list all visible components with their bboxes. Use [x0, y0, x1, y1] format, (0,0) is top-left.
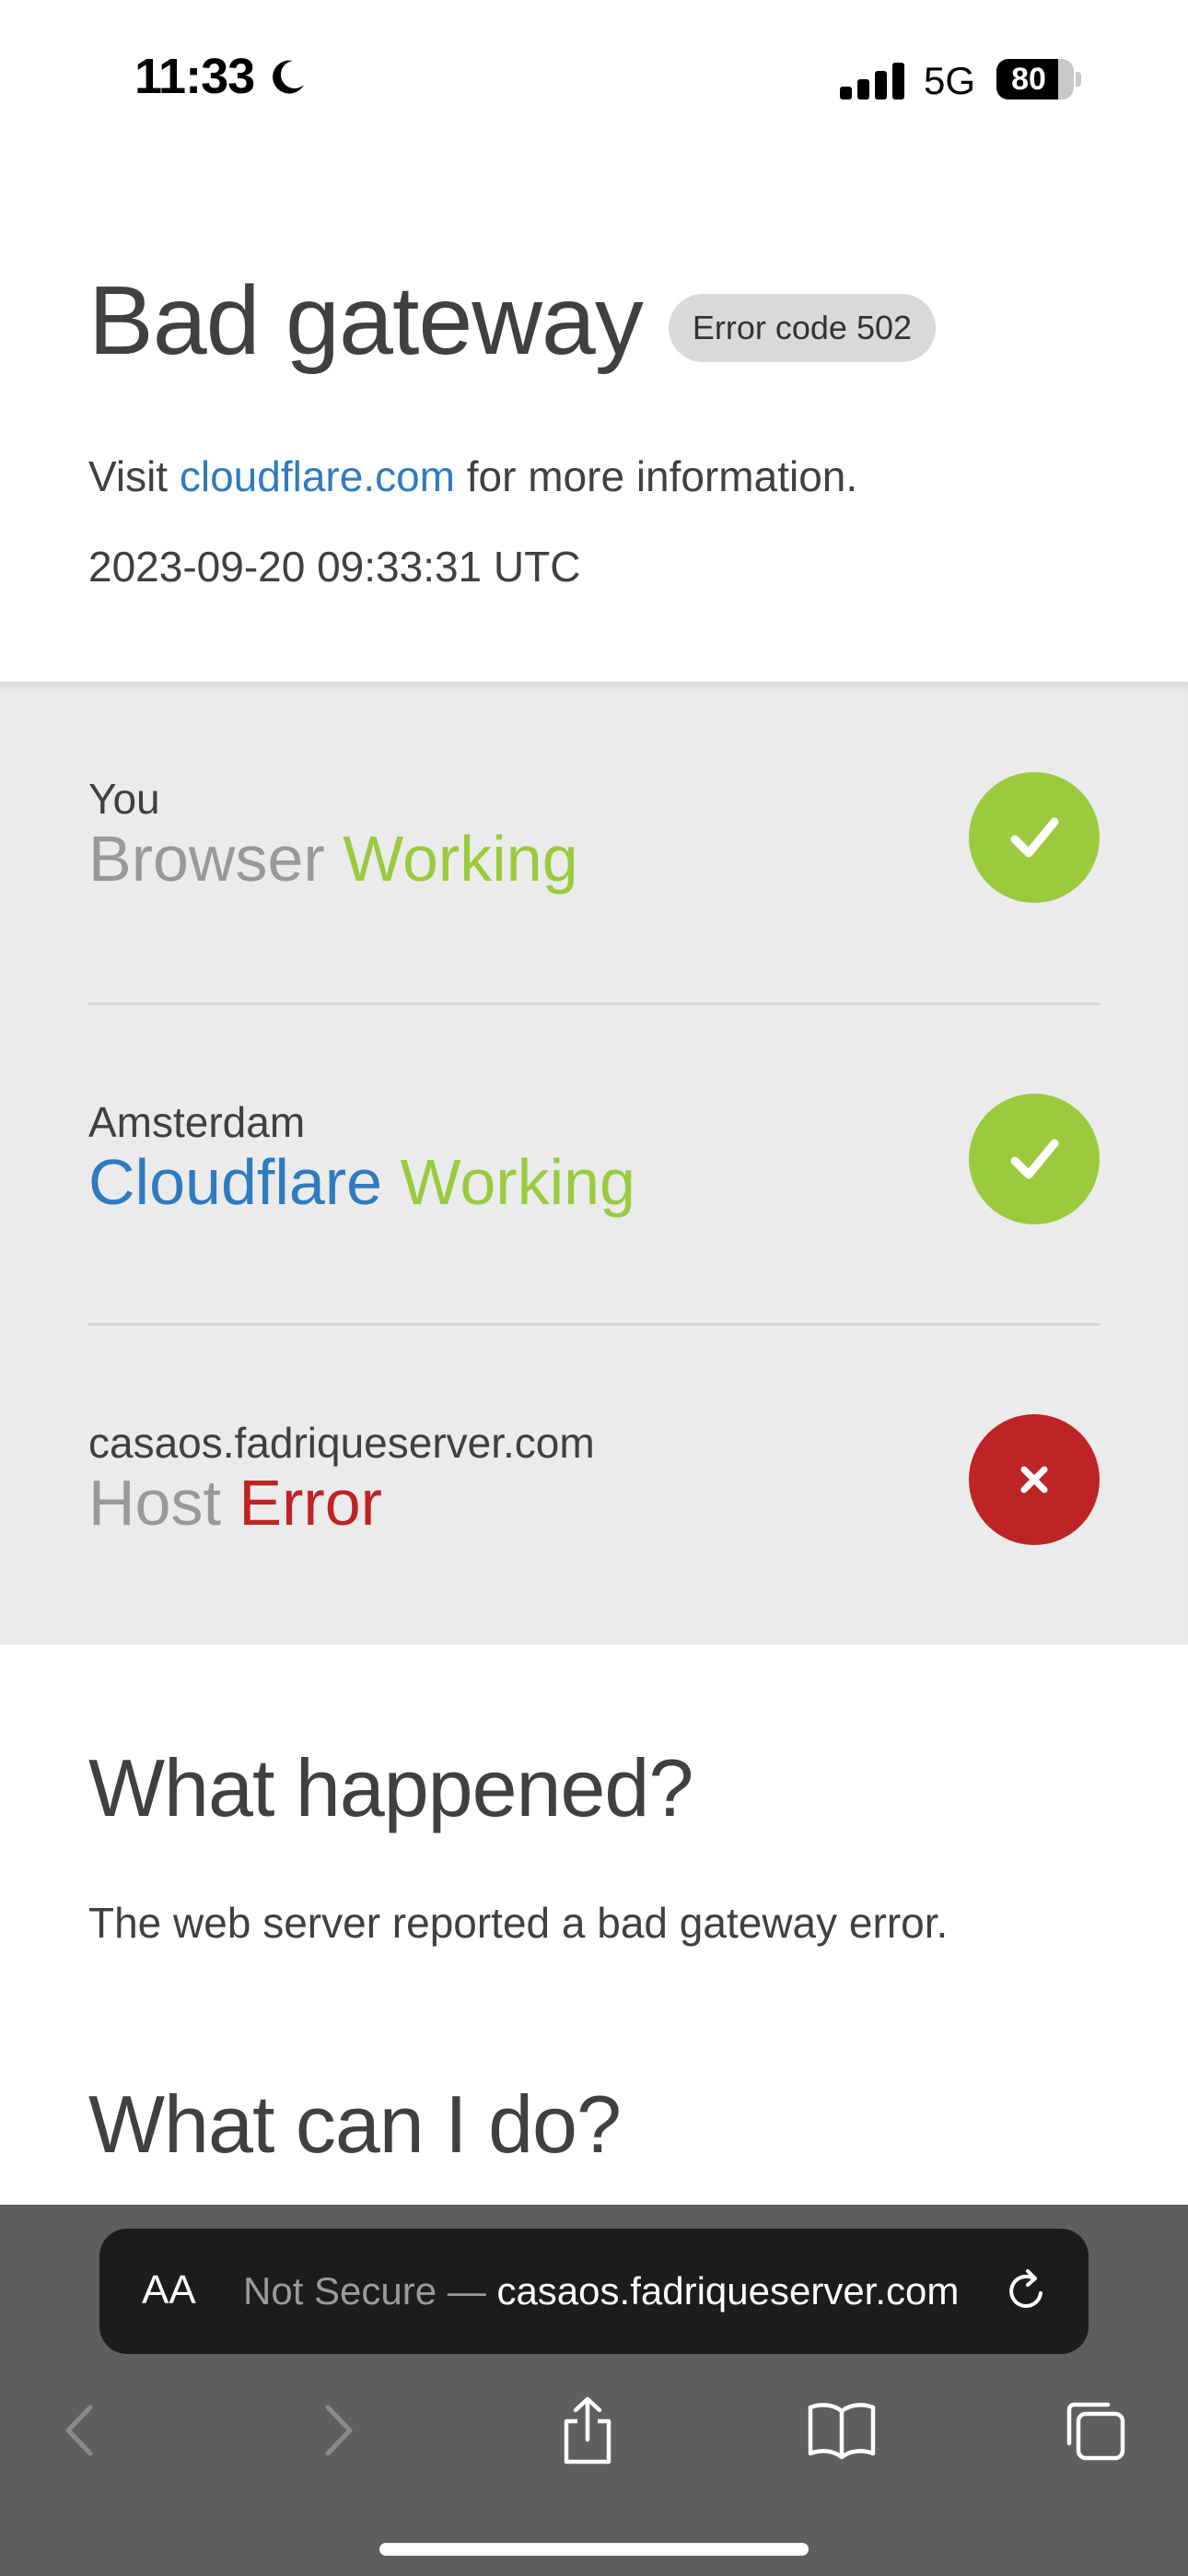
check-icon	[969, 1094, 1100, 1224]
node-location: Amsterdam	[88, 1098, 306, 1146]
what-happened-text: The web server reported a bad gateway er…	[88, 1899, 949, 1947]
error-header: Bad gateway Error code 502 Visit cloudfl…	[0, 157, 1188, 682]
node-host: casaos.fadriqueserver.com Host Error	[88, 1323, 1100, 1644]
back-icon	[65, 2405, 93, 2456]
status-bar: 11:33 5G 80	[0, 0, 1188, 157]
info-suffix: for more information.	[455, 452, 858, 500]
node-browser: You Browser Working	[88, 682, 1100, 1002]
node-status: Error	[239, 1467, 382, 1539]
what-happened-heading: What happened?	[88, 1742, 693, 1833]
home-indicator	[379, 2543, 809, 2556]
moon-icon	[273, 60, 304, 94]
battery-icon: 80	[996, 59, 1081, 100]
node-status-line: Host Error	[88, 1466, 382, 1540]
what-can-i-do-heading: What can I do?	[88, 2078, 622, 2170]
cellular-signal-icon	[840, 61, 904, 100]
status-panel: You Browser Working Amsterdam Cloudflare…	[0, 682, 1188, 1645]
status-time: 11:33	[134, 49, 255, 104]
node-name: Cloudflare	[88, 1146, 383, 1218]
check-icon	[969, 772, 1100, 903]
url-host: casaos.fadriqueserver.com	[496, 2269, 960, 2313]
forward-icon	[325, 2405, 353, 2456]
error-code-badge: Error code 502	[668, 293, 937, 362]
reader-options-button[interactable]: AA	[142, 2267, 196, 2313]
bookmarks-icon	[808, 2403, 876, 2460]
url-security-label: Not Secure —	[243, 2269, 497, 2313]
node-location: You	[88, 775, 160, 823]
node-cloudflare: Amsterdam Cloudflare Working	[88, 1002, 1100, 1323]
node-location: casaos.fadriqueserver.com	[88, 1419, 595, 1467]
bookmarks-button[interactable]	[800, 2389, 883, 2472]
node-name: Host	[88, 1467, 221, 1539]
page-title: Bad gateway	[88, 266, 644, 375]
node-status-line: Browser Working	[88, 822, 578, 896]
tabs-button[interactable]	[1054, 2389, 1136, 2472]
info-line: Visit cloudflare.com for more informatio…	[88, 451, 857, 501]
node-name: Browser	[88, 823, 325, 895]
aa-label: AA	[142, 2267, 196, 2313]
back-button[interactable]	[39, 2389, 122, 2472]
address-bar[interactable]: AA Not Secure — casaos.fadriqueserver.co…	[99, 2229, 1089, 2354]
network-type: 5G	[924, 59, 976, 102]
url-display[interactable]: Not Secure — casaos.fadriqueserver.com	[243, 2269, 980, 2313]
cloudflare-link[interactable]: cloudflare.com	[180, 452, 455, 500]
node-status-line: Cloudflare Working	[88, 1145, 635, 1219]
reload-icon[interactable]	[1000, 2266, 1052, 2317]
forward-button[interactable]	[297, 2389, 379, 2472]
node-status: Working	[400, 1146, 635, 1218]
timestamp: 2023-09-20 09:33:31 UTC	[88, 543, 581, 591]
share-button[interactable]	[546, 2389, 629, 2472]
node-status: Working	[343, 823, 578, 895]
battery-level: 80	[1011, 62, 1046, 97]
info-prefix: Visit	[88, 452, 180, 500]
close-icon	[969, 1414, 1100, 1545]
safari-toolbar: AA Not Secure — casaos.fadriqueserver.co…	[0, 2205, 1188, 2576]
tabs-icon	[1066, 2402, 1125, 2461]
share-icon	[564, 2396, 611, 2465]
